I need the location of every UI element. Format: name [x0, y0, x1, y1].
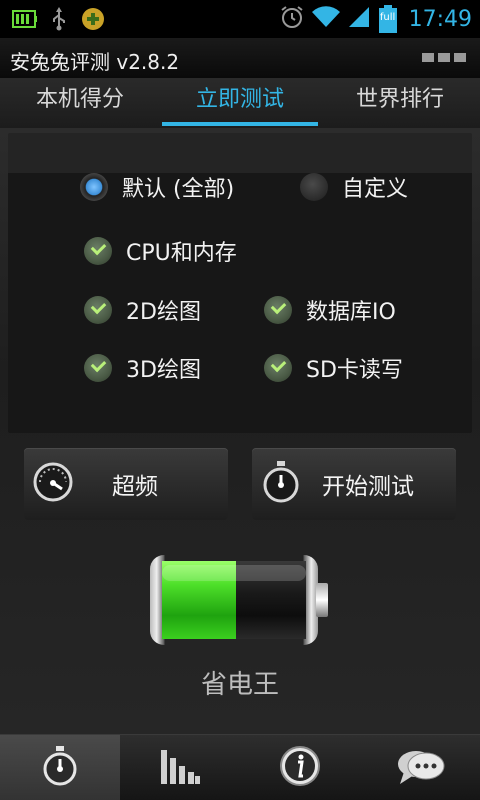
radio-unselected-icon [300, 173, 328, 201]
battery-icon: full [377, 5, 399, 33]
bar-chart-icon [159, 746, 201, 790]
check-sd-rw-label: SD卡读写 [306, 358, 403, 383]
nav-test[interactable] [0, 735, 120, 800]
overflow-menu-icon[interactable] [422, 53, 466, 62]
radio-custom[interactable]: 自定义 [300, 171, 408, 203]
tab-bar: 本机得分 立即测试 世界排行 [0, 78, 480, 128]
check-3d-graphics-label: 3D绘图 [126, 358, 201, 383]
battery-cap [316, 583, 328, 617]
start-test-button[interactable]: 开始测试 [252, 448, 456, 520]
nav-ranking[interactable] [120, 735, 240, 800]
checkmark-icon [84, 296, 112, 324]
battery-body [150, 555, 318, 645]
tab-device-score[interactable]: 本机得分 [0, 78, 160, 128]
battery-level-label: full [379, 12, 396, 23]
status-bar: full 17:49 [0, 0, 480, 38]
check-cpu-memory[interactable]: CPU和内存 [84, 235, 237, 267]
battery-shine [162, 565, 306, 581]
android-app-icon [80, 6, 106, 36]
signal-icon [347, 5, 371, 33]
speedometer-icon [30, 459, 76, 509]
nav-feedback[interactable] [360, 735, 480, 800]
chat-bubble-icon [394, 744, 446, 792]
nav-info[interactable] [240, 735, 360, 800]
check-cpu-memory-label: CPU和内存 [126, 241, 237, 266]
checkmark-icon [264, 354, 292, 382]
overclock-button[interactable]: 超频 [24, 448, 228, 520]
power-saver-label[interactable]: 省电王 [0, 664, 480, 701]
stopwatch-icon [258, 459, 304, 509]
alarm-icon [279, 4, 305, 34]
overclock-button-label: 超频 [112, 474, 158, 500]
power-saver-battery[interactable] [150, 555, 328, 645]
checkmark-icon [264, 296, 292, 324]
usb-icon [50, 7, 68, 35]
tab-run-test[interactable]: 立即测试 [160, 78, 320, 128]
title-bar: 安兔兔评测 v2.8.2 [0, 38, 480, 78]
check-database-io[interactable]: 数据库IO [264, 294, 396, 326]
wifi-icon [311, 5, 341, 33]
check-2d-graphics-label: 2D绘图 [126, 300, 201, 325]
radio-selected-icon [80, 173, 108, 201]
check-database-io-label: 数据库IO [306, 300, 396, 325]
tab-world-ranking[interactable]: 世界排行 [320, 78, 480, 128]
checkmark-icon [84, 237, 112, 265]
check-2d-graphics[interactable]: 2D绘图 [84, 294, 201, 326]
app-title: 安兔兔评测 v2.8.2 [10, 50, 180, 74]
clock: 17:49 [408, 6, 472, 32]
checkmark-icon [84, 354, 112, 382]
radio-custom-label: 自定义 [342, 177, 409, 202]
stopwatch-icon [40, 745, 80, 791]
check-3d-graphics[interactable]: 3D绘图 [84, 352, 201, 384]
radio-default-label: 默认 (全部) [122, 177, 235, 202]
start-test-button-label: 开始测试 [322, 474, 414, 500]
check-sd-rw[interactable]: SD卡读写 [264, 352, 403, 384]
bottom-navigation [0, 734, 480, 800]
battery-full-notification-icon [12, 8, 38, 34]
info-icon [278, 744, 322, 792]
radio-default-all[interactable]: 默认 (全部) [80, 171, 234, 203]
